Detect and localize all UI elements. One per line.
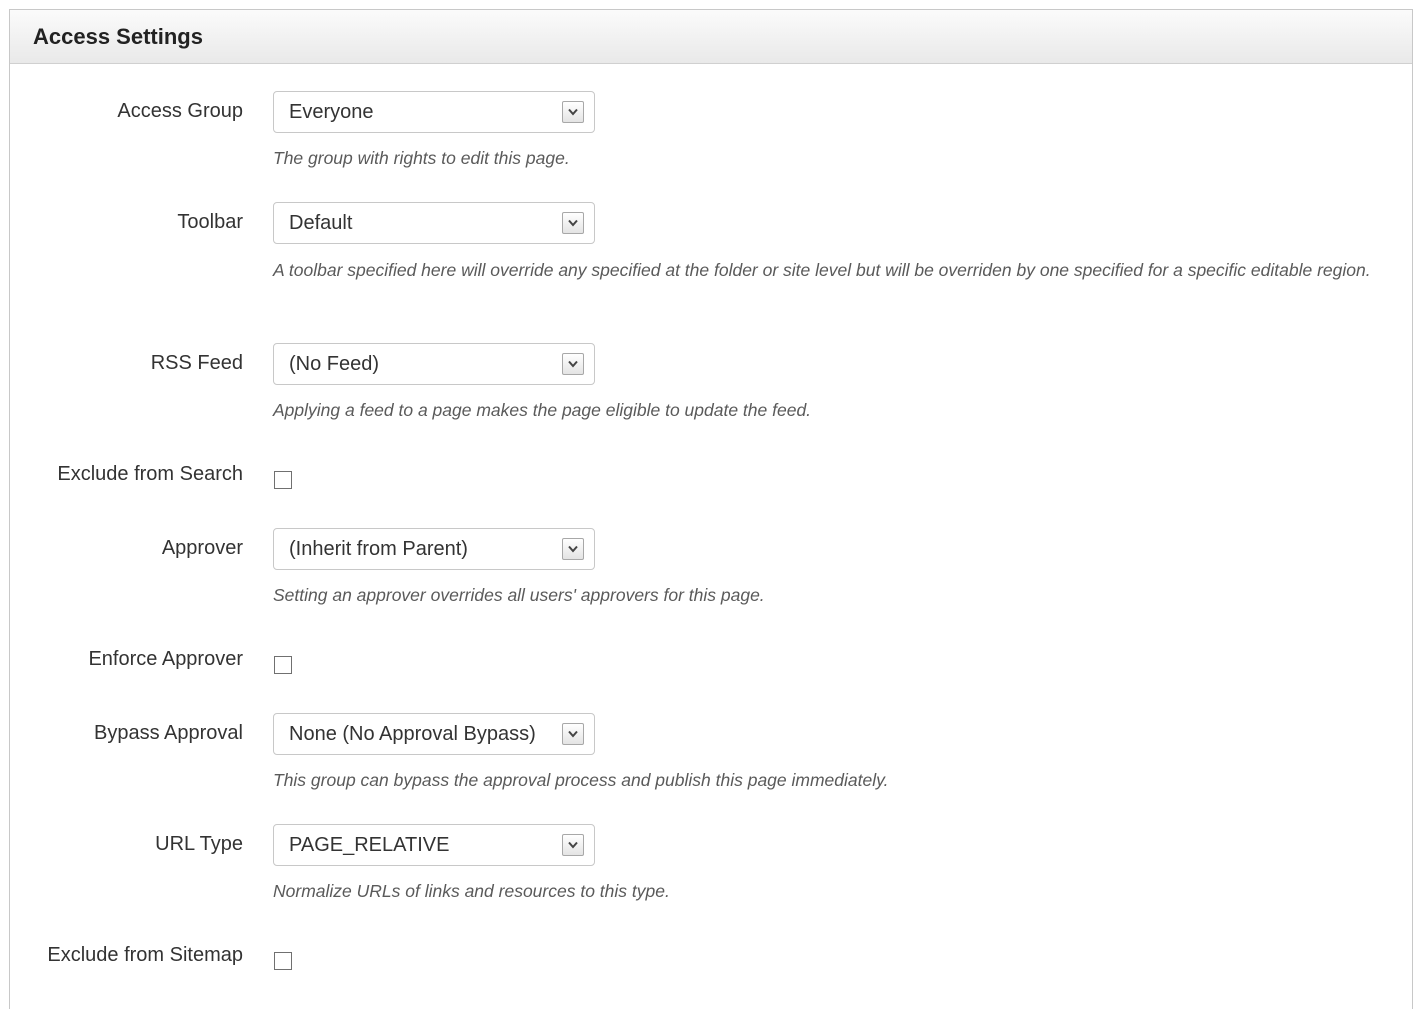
toolbar-label: Toolbar: [177, 211, 243, 233]
rss-feed-value: (No Feed): [289, 353, 380, 375]
bypass-approval-help: This group can bypass the approval proce…: [273, 770, 889, 790]
rss-feed-label: RSS Feed: [150, 352, 243, 374]
bypass-approval-select[interactable]: None (No Approval Bypass): [273, 713, 595, 755]
approver-select[interactable]: (Inherit from Parent): [273, 528, 595, 570]
url-type-help: Normalize URLs of links and resources to…: [273, 881, 670, 901]
exclude-from-search-label: Exclude from Search: [57, 463, 243, 485]
chevron-down-icon[interactable]: [562, 723, 584, 745]
toolbar-value: Default: [289, 212, 353, 234]
enforce-approver-label: Enforce Approver: [88, 648, 243, 670]
chevron-down-icon[interactable]: [562, 212, 584, 234]
exclude-from-sitemap-label: Exclude from Sitemap: [47, 944, 243, 966]
toolbar-select[interactable]: Default: [273, 202, 595, 244]
chevron-down-icon[interactable]: [562, 538, 584, 560]
access-group-value: Everyone: [289, 101, 374, 123]
rss-feed-help: Applying a feed to a page makes the page…: [273, 400, 812, 420]
chevron-down-icon[interactable]: [562, 101, 584, 123]
bypass-approval-label: Bypass Approval: [94, 722, 243, 744]
access-settings-panel: Access Settings Access Group Everyone Th…: [9, 9, 1413, 1009]
chevron-down-icon[interactable]: [562, 353, 584, 375]
panel-header: Access Settings: [10, 10, 1412, 64]
access-group-select[interactable]: Everyone: [273, 91, 595, 133]
url-type-value: PAGE_RELATIVE: [289, 834, 450, 856]
approver-label: Approver: [161, 537, 243, 559]
exclude-from-search-checkbox[interactable]: [274, 471, 292, 489]
access-group-help: The group with rights to edit this page.: [273, 148, 570, 168]
bypass-approval-value: None (No Approval Bypass): [289, 723, 536, 745]
panel-title: Access Settings: [33, 23, 203, 49]
access-group-label: Access Group: [117, 100, 243, 122]
exclude-from-sitemap-checkbox[interactable]: [274, 952, 292, 970]
enforce-approver-checkbox[interactable]: [274, 656, 292, 674]
approver-value: (Inherit from Parent): [289, 538, 468, 560]
url-type-select[interactable]: PAGE_RELATIVE: [273, 824, 595, 866]
rss-feed-select[interactable]: (No Feed): [273, 343, 595, 385]
url-type-label: URL Type: [155, 833, 243, 855]
chevron-down-icon[interactable]: [562, 834, 584, 856]
toolbar-help: A toolbar specified here will override a…: [273, 260, 1371, 280]
approver-help: Setting an approver overrides all users'…: [273, 585, 765, 605]
